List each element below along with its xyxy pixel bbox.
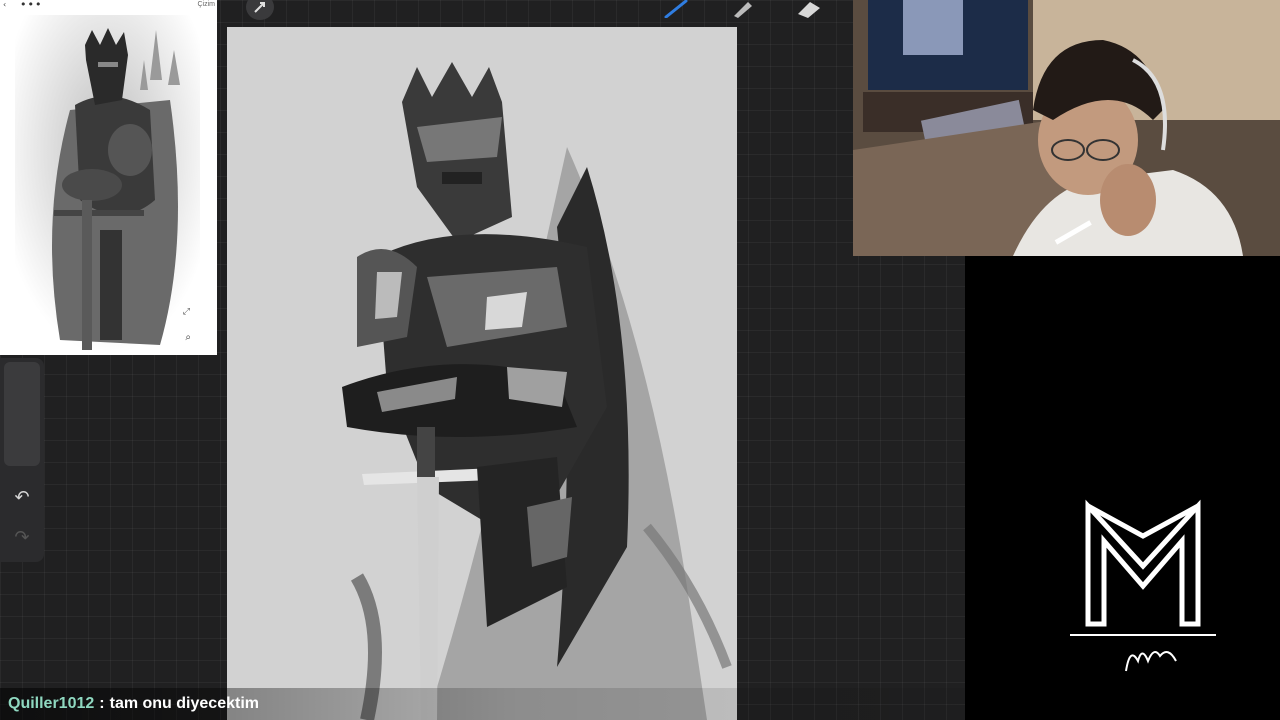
back-icon[interactable]: ‹ <box>3 0 6 9</box>
zoom-icon[interactable]: ⌕ <box>185 332 191 343</box>
undo-button[interactable]: ↶ <box>10 486 34 510</box>
chat-message: Quiller1012 : tam onu diyecektim <box>0 688 1280 720</box>
channel-logo <box>1070 499 1216 672</box>
chat-text: tam onu diyecektim <box>109 695 259 712</box>
eraser-icon[interactable] <box>794 0 824 18</box>
expand-icon[interactable]: ⤢ <box>183 307 190 317</box>
chat-username: Quiller1012 <box>8 695 95 712</box>
streamer-webcam-image <box>853 0 1280 256</box>
smudge-icon[interactable] <box>728 0 756 18</box>
chat-separator: : <box>99 695 105 712</box>
knight-reference-image <box>15 15 200 355</box>
knight-sketch <box>342 62 732 720</box>
gesture-icon <box>254 2 265 13</box>
reference-menu-button[interactable]: ••• <box>20 0 42 11</box>
signature <box>1125 651 1177 672</box>
side-toolbar: ↶ ↷ <box>0 358 44 562</box>
reference-title: Çizim <box>197 1 216 8</box>
brush-size-slider[interactable] <box>4 362 40 466</box>
redo-button[interactable]: ↷ <box>10 526 34 550</box>
reference-image-panel[interactable]: ‹ ••• Çizim ⤢ ⌕ <box>0 0 217 355</box>
drawing-canvas[interactable] <box>227 27 737 720</box>
brush-icon[interactable] <box>662 0 690 18</box>
webcam-feed <box>853 0 1280 256</box>
